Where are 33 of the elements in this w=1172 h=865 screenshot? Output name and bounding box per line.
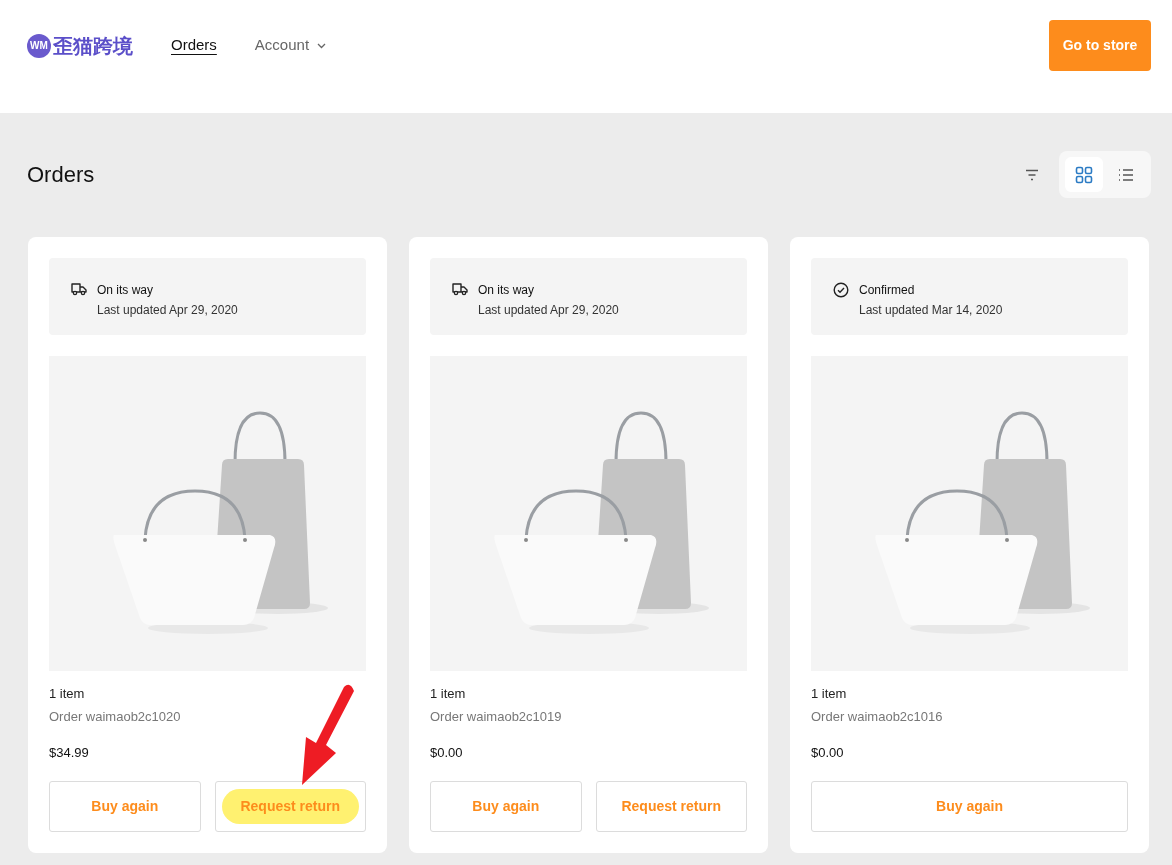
logo-mark: WM xyxy=(27,33,51,58)
truck-icon xyxy=(452,282,468,296)
go-to-store-button[interactable]: Go to store xyxy=(1049,20,1151,71)
order-price: $0.00 xyxy=(430,743,464,762)
filter-icon[interactable] xyxy=(1025,168,1039,181)
grid-view-icon xyxy=(1075,165,1093,184)
status-label: On its way xyxy=(97,282,154,299)
last-updated-text: Last updated Mar 14, 2020 xyxy=(859,302,1003,319)
item-count: 1 item xyxy=(430,684,467,703)
order-number: Order waimaob2c1020 xyxy=(49,708,182,726)
status-label: Confirmed xyxy=(859,282,916,299)
order-action-button[interactable]: Buy again xyxy=(49,781,201,832)
page-title: Orders xyxy=(27,161,95,189)
order-price: $34.99 xyxy=(49,743,90,762)
order-price: $0.00 xyxy=(811,743,845,762)
nav-link[interactable]: Account xyxy=(254,34,327,57)
order-action-button[interactable]: Buy again xyxy=(811,781,1128,832)
check-circle-icon xyxy=(833,282,849,298)
logo-text: 歪猫跨境 xyxy=(53,33,133,59)
list-view-icon xyxy=(1118,167,1134,182)
order-action-button[interactable]: Request return xyxy=(214,781,366,832)
status-label: On its way xyxy=(478,282,535,299)
order-action-button[interactable]: Request return xyxy=(595,781,747,832)
item-count: 1 item xyxy=(49,684,86,703)
order-number: Order waimaob2c1016 xyxy=(811,708,944,726)
item-count: 1 item xyxy=(811,684,848,703)
order-number: Order waimaob2c1019 xyxy=(430,708,563,726)
nav-link[interactable]: Orders xyxy=(171,34,217,57)
last-updated-text: Last updated Apr 29, 2020 xyxy=(97,302,238,319)
last-updated-text: Last updated Apr 29, 2020 xyxy=(478,302,619,319)
view-toggle-option[interactable] xyxy=(1065,157,1103,192)
order-action-button[interactable]: Buy again xyxy=(430,781,582,832)
truck-icon xyxy=(71,282,87,296)
